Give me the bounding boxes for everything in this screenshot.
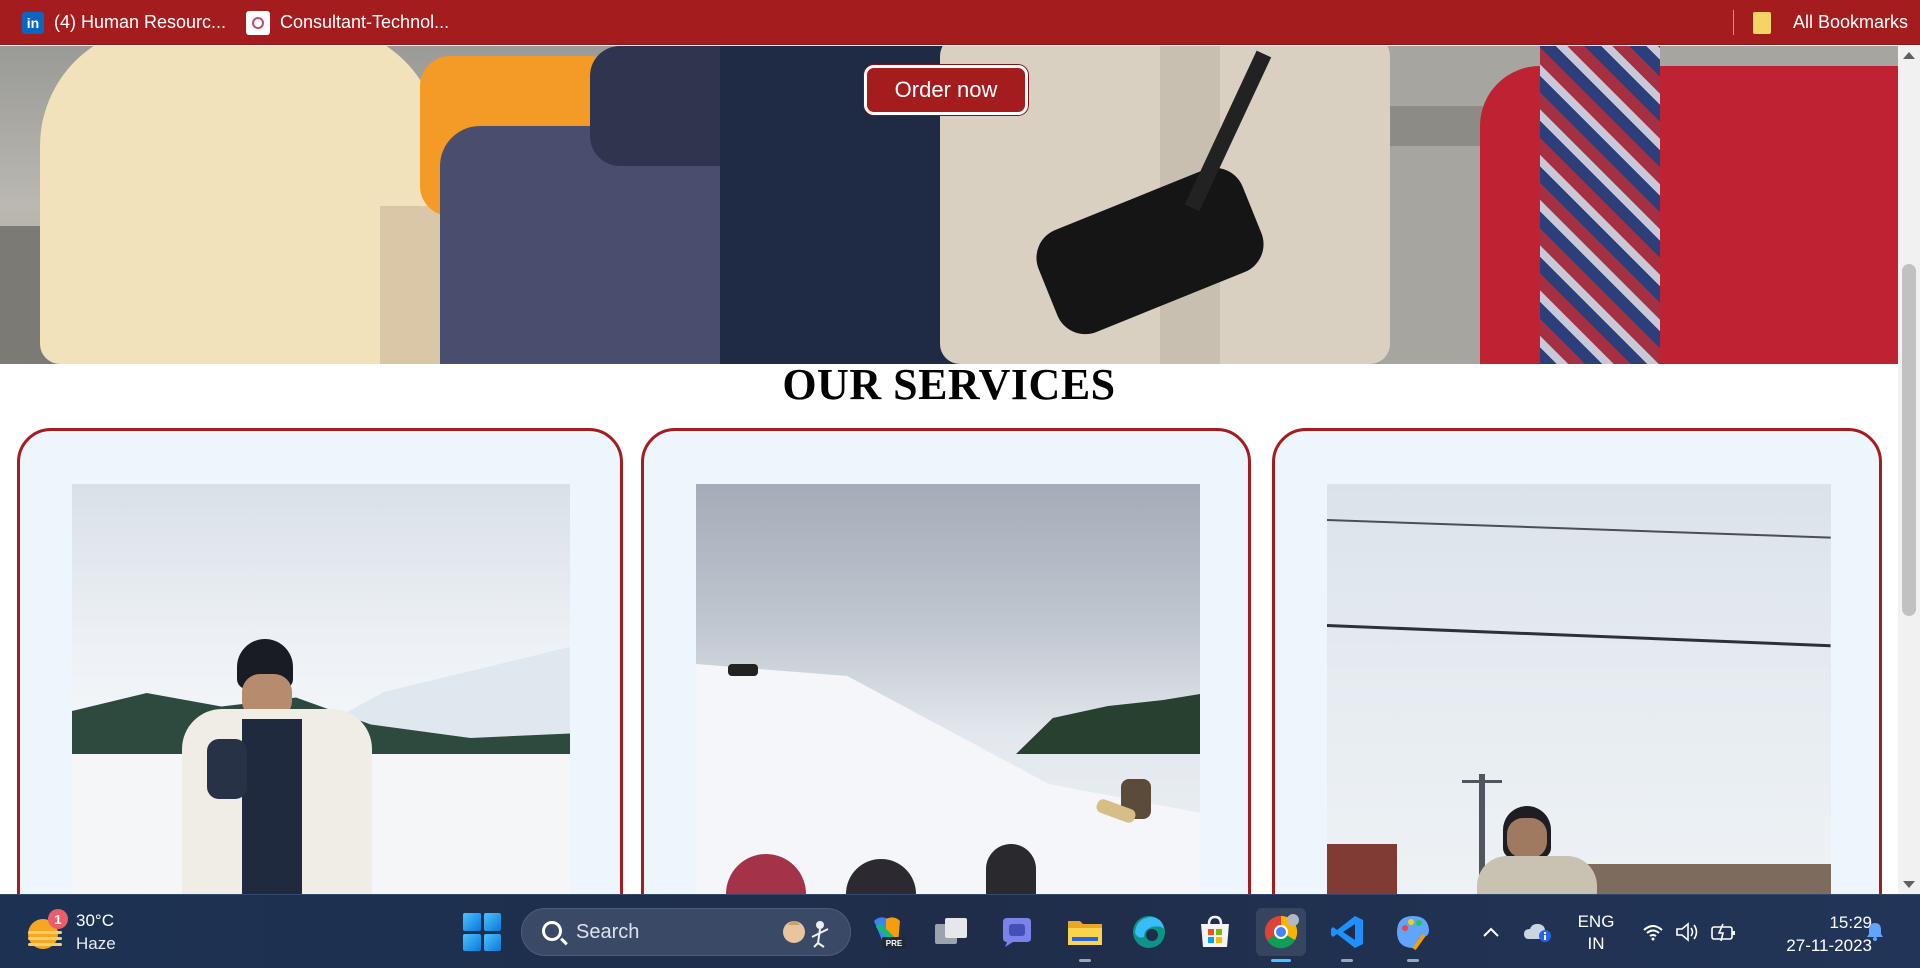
edge-icon: [1133, 916, 1165, 948]
active-indicator: [1271, 959, 1291, 962]
onedrive-button[interactable]: [1522, 895, 1554, 968]
order-now-button[interactable]: Order now: [864, 65, 1028, 115]
volume-icon: [1676, 922, 1698, 942]
site-favicon-icon: [246, 10, 270, 35]
teams-chat-app[interactable]: [992, 908, 1042, 956]
scroll-down-arrow-icon[interactable]: [1903, 881, 1915, 888]
page-viewport: Order now OUR SERVICES: [0, 46, 1898, 894]
search-icon: [542, 921, 562, 941]
chevron-up-icon: [1483, 927, 1499, 937]
service-image: [1327, 484, 1831, 894]
bookmarks-bar: in (4) Human Resourc... Consultant-Techn…: [0, 0, 1920, 45]
all-bookmarks-button[interactable]: All Bookmarks: [1753, 0, 1908, 45]
all-bookmarks-label: All Bookmarks: [1793, 12, 1909, 32]
search-placeholder: Search: [576, 921, 640, 943]
bookmark-label: Consultant-Technol...: [280, 12, 450, 32]
copilot-icon: PRE: [874, 917, 906, 949]
search-highlight-icon: [783, 921, 829, 948]
show-hidden-icons-button[interactable]: [1478, 895, 1504, 968]
linkedin-icon: in: [22, 11, 44, 34]
service-card[interactable]: [1272, 428, 1882, 894]
page-scrollbar[interactable]: [1898, 46, 1920, 894]
chrome-icon: [1264, 914, 1299, 949]
weather-badge: 1: [48, 909, 68, 929]
chrome-app[interactable]: [1256, 908, 1306, 962]
bookmark-label: (4) Human Resourc...: [54, 12, 227, 32]
notification-bell-icon[interactable]: [1866, 921, 1884, 941]
svg-text:PRE: PRE: [886, 939, 903, 948]
running-indicator: [1407, 959, 1419, 962]
service-card[interactable]: [17, 428, 623, 894]
system-clock[interactable]: 15:29 27-11-2023: [1752, 911, 1872, 957]
windows-start-icon[interactable]: [463, 913, 501, 951]
hero-image: Order now: [0, 46, 1898, 364]
input-language[interactable]: ENG IN: [1572, 911, 1620, 955]
windows-taskbar: 1 30°C Haze Search PRE ENG IN 15:29 27-1…: [0, 894, 1920, 968]
battery-button[interactable]: [1708, 895, 1740, 968]
paint-icon: [1397, 916, 1429, 951]
language-region: IN: [1587, 934, 1605, 953]
bookmark-linkedin[interactable]: in (4) Human Resourc...: [22, 0, 226, 45]
weather-description: Haze: [76, 934, 116, 953]
onedrive-cloud-icon: [1524, 923, 1551, 942]
services-title: OUR SERVICES: [782, 360, 1116, 409]
scrollbar-thumb[interactable]: [1902, 264, 1916, 616]
microsoft-store-app[interactable]: [1190, 908, 1240, 956]
microsoft-store-icon: [1201, 915, 1229, 947]
bookmarks-separator: [1733, 10, 1734, 35]
scroll-up-arrow-icon[interactable]: [1903, 52, 1915, 59]
clock-date: 27-11-2023: [1786, 936, 1872, 955]
wifi-icon: [1643, 925, 1663, 941]
file-explorer-app[interactable]: [1060, 908, 1110, 962]
service-card[interactable]: [641, 428, 1251, 894]
volume-button[interactable]: [1672, 895, 1704, 968]
edge-app[interactable]: [1124, 908, 1174, 956]
running-indicator: [1341, 959, 1353, 962]
task-view-app[interactable]: [926, 908, 976, 956]
folder-icon: [1753, 11, 1771, 34]
weather-temperature: 30°C: [76, 911, 114, 930]
taskbar-search[interactable]: Search: [521, 908, 851, 956]
copilot-app[interactable]: PRE: [862, 908, 912, 956]
teams-chat-icon: [1003, 918, 1031, 947]
file-explorer-icon: [1068, 921, 1102, 945]
battery-charging-icon: [1711, 923, 1735, 942]
bookmark-consultant[interactable]: Consultant-Technol...: [246, 0, 449, 45]
weather-widget[interactable]: 1 30°C Haze: [22, 907, 132, 957]
language-code: ENG: [1577, 912, 1615, 931]
vscode-icon: [1331, 916, 1363, 948]
clock-time: 15:29: [1829, 913, 1872, 932]
wifi-button[interactable]: [1638, 895, 1668, 968]
paint-app[interactable]: [1388, 908, 1438, 962]
service-image: [696, 484, 1200, 894]
running-indicator: [1079, 959, 1091, 962]
task-view-icon: [935, 918, 967, 944]
vscode-app[interactable]: [1322, 908, 1372, 962]
service-image: [72, 484, 570, 894]
